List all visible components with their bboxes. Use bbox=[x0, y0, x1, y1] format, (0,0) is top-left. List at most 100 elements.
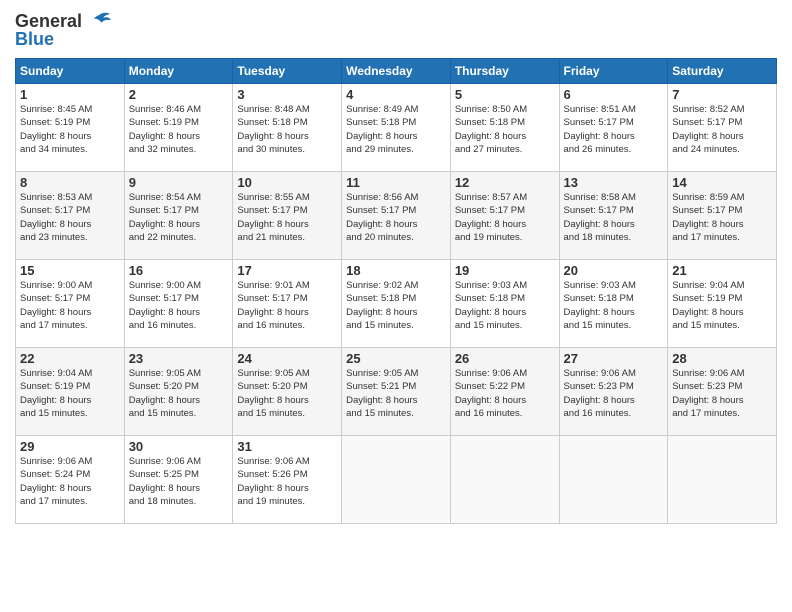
table-row: 17Sunrise: 9:01 AMSunset: 5:17 PMDayligh… bbox=[233, 260, 342, 348]
day-number: 4 bbox=[346, 87, 446, 102]
day-info: Sunrise: 9:06 AMSunset: 5:25 PMDaylight:… bbox=[129, 455, 229, 508]
table-row bbox=[450, 436, 559, 524]
day-info: Sunrise: 8:48 AMSunset: 5:18 PMDaylight:… bbox=[237, 103, 337, 156]
table-row: 9Sunrise: 8:54 AMSunset: 5:17 PMDaylight… bbox=[124, 172, 233, 260]
header-day-wednesday: Wednesday bbox=[342, 59, 451, 84]
table-row: 2Sunrise: 8:46 AMSunset: 5:19 PMDaylight… bbox=[124, 84, 233, 172]
header-day-tuesday: Tuesday bbox=[233, 59, 342, 84]
table-row: 27Sunrise: 9:06 AMSunset: 5:23 PMDayligh… bbox=[559, 348, 668, 436]
day-info: Sunrise: 8:50 AMSunset: 5:18 PMDaylight:… bbox=[455, 103, 555, 156]
table-row: 4Sunrise: 8:49 AMSunset: 5:18 PMDaylight… bbox=[342, 84, 451, 172]
table-row: 26Sunrise: 9:06 AMSunset: 5:22 PMDayligh… bbox=[450, 348, 559, 436]
table-row: 7Sunrise: 8:52 AMSunset: 5:17 PMDaylight… bbox=[668, 84, 777, 172]
table-row: 29Sunrise: 9:06 AMSunset: 5:24 PMDayligh… bbox=[16, 436, 125, 524]
day-number: 30 bbox=[129, 439, 229, 454]
day-info: Sunrise: 9:04 AMSunset: 5:19 PMDaylight:… bbox=[672, 279, 772, 332]
day-number: 20 bbox=[564, 263, 664, 278]
table-row: 23Sunrise: 9:05 AMSunset: 5:20 PMDayligh… bbox=[124, 348, 233, 436]
table-row: 31Sunrise: 9:06 AMSunset: 5:26 PMDayligh… bbox=[233, 436, 342, 524]
day-info: Sunrise: 9:04 AMSunset: 5:19 PMDaylight:… bbox=[20, 367, 120, 420]
day-number: 3 bbox=[237, 87, 337, 102]
day-number: 24 bbox=[237, 351, 337, 366]
day-info: Sunrise: 8:45 AMSunset: 5:19 PMDaylight:… bbox=[20, 103, 120, 156]
header-day-monday: Monday bbox=[124, 59, 233, 84]
table-row: 15Sunrise: 9:00 AMSunset: 5:17 PMDayligh… bbox=[16, 260, 125, 348]
day-info: Sunrise: 9:06 AMSunset: 5:24 PMDaylight:… bbox=[20, 455, 120, 508]
day-info: Sunrise: 9:06 AMSunset: 5:23 PMDaylight:… bbox=[564, 367, 664, 420]
table-row: 30Sunrise: 9:06 AMSunset: 5:25 PMDayligh… bbox=[124, 436, 233, 524]
day-info: Sunrise: 8:55 AMSunset: 5:17 PMDaylight:… bbox=[237, 191, 337, 244]
table-row: 12Sunrise: 8:57 AMSunset: 5:17 PMDayligh… bbox=[450, 172, 559, 260]
day-info: Sunrise: 8:59 AMSunset: 5:17 PMDaylight:… bbox=[672, 191, 772, 244]
week-row-4: 22Sunrise: 9:04 AMSunset: 5:19 PMDayligh… bbox=[16, 348, 777, 436]
day-number: 12 bbox=[455, 175, 555, 190]
day-number: 7 bbox=[672, 87, 772, 102]
day-number: 8 bbox=[20, 175, 120, 190]
logo-bird-icon bbox=[85, 10, 113, 32]
day-number: 31 bbox=[237, 439, 337, 454]
day-number: 21 bbox=[672, 263, 772, 278]
day-info: Sunrise: 8:57 AMSunset: 5:17 PMDaylight:… bbox=[455, 191, 555, 244]
day-info: Sunrise: 8:56 AMSunset: 5:17 PMDaylight:… bbox=[346, 191, 446, 244]
day-number: 5 bbox=[455, 87, 555, 102]
logo-blue: Blue bbox=[15, 29, 54, 50]
day-info: Sunrise: 9:05 AMSunset: 5:21 PMDaylight:… bbox=[346, 367, 446, 420]
day-info: Sunrise: 8:52 AMSunset: 5:17 PMDaylight:… bbox=[672, 103, 772, 156]
table-row: 14Sunrise: 8:59 AMSunset: 5:17 PMDayligh… bbox=[668, 172, 777, 260]
day-number: 18 bbox=[346, 263, 446, 278]
day-number: 25 bbox=[346, 351, 446, 366]
day-number: 16 bbox=[129, 263, 229, 278]
day-number: 15 bbox=[20, 263, 120, 278]
day-number: 29 bbox=[20, 439, 120, 454]
day-number: 1 bbox=[20, 87, 120, 102]
day-number: 23 bbox=[129, 351, 229, 366]
day-info: Sunrise: 9:05 AMSunset: 5:20 PMDaylight:… bbox=[129, 367, 229, 420]
logo: General Blue bbox=[15, 10, 113, 50]
table-row: 10Sunrise: 8:55 AMSunset: 5:17 PMDayligh… bbox=[233, 172, 342, 260]
header-day-friday: Friday bbox=[559, 59, 668, 84]
week-row-5: 29Sunrise: 9:06 AMSunset: 5:24 PMDayligh… bbox=[16, 436, 777, 524]
day-number: 19 bbox=[455, 263, 555, 278]
day-info: Sunrise: 9:00 AMSunset: 5:17 PMDaylight:… bbox=[129, 279, 229, 332]
table-row: 16Sunrise: 9:00 AMSunset: 5:17 PMDayligh… bbox=[124, 260, 233, 348]
day-info: Sunrise: 8:51 AMSunset: 5:17 PMDaylight:… bbox=[564, 103, 664, 156]
day-info: Sunrise: 9:01 AMSunset: 5:17 PMDaylight:… bbox=[237, 279, 337, 332]
table-row: 21Sunrise: 9:04 AMSunset: 5:19 PMDayligh… bbox=[668, 260, 777, 348]
day-info: Sunrise: 8:53 AMSunset: 5:17 PMDaylight:… bbox=[20, 191, 120, 244]
day-info: Sunrise: 8:58 AMSunset: 5:17 PMDaylight:… bbox=[564, 191, 664, 244]
day-number: 11 bbox=[346, 175, 446, 190]
table-row: 13Sunrise: 8:58 AMSunset: 5:17 PMDayligh… bbox=[559, 172, 668, 260]
week-row-1: 1Sunrise: 8:45 AMSunset: 5:19 PMDaylight… bbox=[16, 84, 777, 172]
day-info: Sunrise: 8:49 AMSunset: 5:18 PMDaylight:… bbox=[346, 103, 446, 156]
table-row bbox=[342, 436, 451, 524]
table-row: 1Sunrise: 8:45 AMSunset: 5:19 PMDaylight… bbox=[16, 84, 125, 172]
day-number: 17 bbox=[237, 263, 337, 278]
table-row: 3Sunrise: 8:48 AMSunset: 5:18 PMDaylight… bbox=[233, 84, 342, 172]
day-number: 14 bbox=[672, 175, 772, 190]
table-row: 18Sunrise: 9:02 AMSunset: 5:18 PMDayligh… bbox=[342, 260, 451, 348]
calendar-table: SundayMondayTuesdayWednesdayThursdayFrid… bbox=[15, 58, 777, 524]
day-number: 28 bbox=[672, 351, 772, 366]
day-number: 22 bbox=[20, 351, 120, 366]
day-number: 27 bbox=[564, 351, 664, 366]
day-info: Sunrise: 9:05 AMSunset: 5:20 PMDaylight:… bbox=[237, 367, 337, 420]
day-number: 10 bbox=[237, 175, 337, 190]
day-info: Sunrise: 9:06 AMSunset: 5:22 PMDaylight:… bbox=[455, 367, 555, 420]
table-row: 19Sunrise: 9:03 AMSunset: 5:18 PMDayligh… bbox=[450, 260, 559, 348]
day-info: Sunrise: 9:00 AMSunset: 5:17 PMDaylight:… bbox=[20, 279, 120, 332]
day-info: Sunrise: 9:02 AMSunset: 5:18 PMDaylight:… bbox=[346, 279, 446, 332]
day-info: Sunrise: 9:03 AMSunset: 5:18 PMDaylight:… bbox=[564, 279, 664, 332]
day-number: 9 bbox=[129, 175, 229, 190]
table-row: 11Sunrise: 8:56 AMSunset: 5:17 PMDayligh… bbox=[342, 172, 451, 260]
week-row-3: 15Sunrise: 9:00 AMSunset: 5:17 PMDayligh… bbox=[16, 260, 777, 348]
day-number: 2 bbox=[129, 87, 229, 102]
table-row bbox=[559, 436, 668, 524]
day-info: Sunrise: 9:06 AMSunset: 5:26 PMDaylight:… bbox=[237, 455, 337, 508]
day-info: Sunrise: 8:54 AMSunset: 5:17 PMDaylight:… bbox=[129, 191, 229, 244]
day-number: 13 bbox=[564, 175, 664, 190]
table-row: 25Sunrise: 9:05 AMSunset: 5:21 PMDayligh… bbox=[342, 348, 451, 436]
header-day-saturday: Saturday bbox=[668, 59, 777, 84]
day-info: Sunrise: 9:06 AMSunset: 5:23 PMDaylight:… bbox=[672, 367, 772, 420]
day-number: 26 bbox=[455, 351, 555, 366]
table-row: 24Sunrise: 9:05 AMSunset: 5:20 PMDayligh… bbox=[233, 348, 342, 436]
